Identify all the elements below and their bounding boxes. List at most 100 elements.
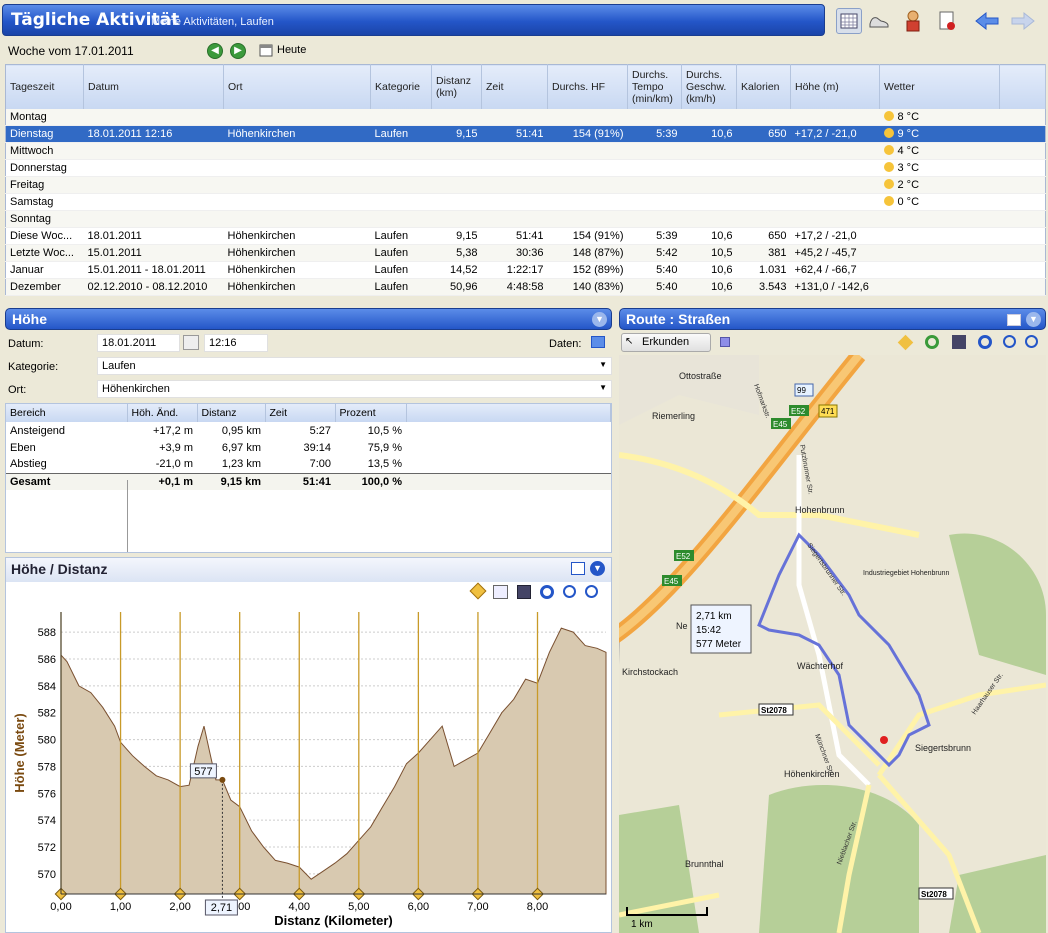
previous-week-button[interactable]: ◀: [207, 43, 223, 59]
col-tempo[interactable]: Durchs. Tempo (min/km): [627, 64, 682, 109]
cell-name: Januar: [5, 261, 84, 279]
delete-icon[interactable]: [934, 8, 960, 34]
cell-dist: 50,96: [431, 278, 482, 296]
summary-row[interactable]: Dezember 02.12.2010 - 08.12.2010 Höhenkirc…: [5, 278, 1046, 296]
activity-table: Tageszeit Datum Ort Kategorie Distanz (k…: [5, 64, 1046, 296]
cell-hf: 140 (83%): [547, 278, 628, 296]
day-row[interactable]: Freitag 2 °C: [5, 176, 1046, 194]
cell-name: Freitag: [5, 176, 84, 194]
date-picker-icon[interactable]: [183, 335, 199, 350]
col-distanz[interactable]: Distanz: [197, 404, 266, 422]
cell-hoehe: +62,4 / -66,7: [790, 261, 880, 279]
col-tageszeit[interactable]: Tageszeit: [5, 64, 84, 109]
collapse-icon[interactable]: ▼: [590, 561, 605, 576]
cell-kal: [736, 108, 791, 126]
cell-gesch: 10,6: [681, 261, 737, 279]
layout-icon[interactable]: [1007, 314, 1021, 326]
refresh-icon[interactable]: [925, 335, 939, 349]
col-zeit[interactable]: Zeit: [265, 404, 336, 422]
cell-kal: [736, 193, 791, 211]
total-row[interactable]: Gesamt +0,1 m 9,15 km 51:41 100,0 %: [6, 473, 611, 490]
reset-map-icon[interactable]: [978, 335, 992, 349]
cell-hf: [547, 193, 628, 211]
kategorie-label: Kategorie:: [8, 361, 59, 373]
marker-icon[interactable]: [897, 334, 914, 351]
cell-wetter: 8 °C: [879, 108, 1000, 126]
breadcrumb[interactable]: Meine Aktivitäten, Laufen: [151, 16, 274, 28]
zoom-out-icon[interactable]: [1003, 335, 1016, 348]
shoe-icon[interactable]: [866, 8, 892, 34]
cell-hoehe: +131,0 / -142,6: [790, 278, 880, 296]
collapse-icon[interactable]: ▼: [1026, 312, 1041, 327]
cell-zeit: [481, 176, 548, 194]
cell-2: 9,15 km: [220, 475, 261, 488]
cell-dist: [431, 193, 482, 211]
zoom-in-icon[interactable]: [1025, 335, 1038, 348]
elevation-row[interactable]: Eben +3,9 m 6,97 km 39:14 75,9 %: [6, 439, 611, 456]
day-row[interactable]: Donnerstag 3 °C: [5, 159, 1046, 177]
cell-kat: [370, 176, 432, 194]
hoehe-panel-header: Höhe ▼: [5, 308, 612, 330]
elevation-summary: Bereich Höh. Änd. Distanz Zeit Prozent Anste…: [5, 403, 612, 553]
cell-hf: [547, 159, 628, 177]
place-ne: Ne: [676, 621, 688, 631]
back-arrow-icon[interactable]: [974, 8, 1000, 34]
kategorie-select[interactable]: Laufen ▼: [97, 357, 612, 375]
col-distanz[interactable]: Distanz (km): [431, 64, 482, 109]
route-color-icon[interactable]: [720, 337, 730, 347]
place-brunnthal: Brunnthal: [685, 859, 724, 869]
summary-row[interactable]: Letzte Woc... 15.01.2011 Höhenkirchen Laufe…: [5, 244, 1046, 262]
col-kategorie[interactable]: Kategorie: [370, 64, 432, 109]
col-kalorien[interactable]: Kalorien: [736, 64, 791, 109]
map-canvas[interactable]: 99 471 E52 E45 E52 E45 St2078 St2078 Rie…: [619, 355, 1046, 933]
col-hoehe[interactable]: Höhe (m): [790, 64, 880, 109]
layout-icon[interactable]: [571, 562, 585, 575]
cell-kat: [370, 159, 432, 177]
cell-datum: 18.01.2011 12:16: [83, 125, 224, 143]
cell-kal: 3.543: [736, 278, 791, 296]
col-geschw[interactable]: Durchs. Geschw. (km/h): [681, 64, 737, 109]
day-row[interactable]: Sonntag: [5, 210, 1046, 228]
col-bereich[interactable]: Bereich: [6, 404, 128, 422]
elevation-chart[interactable]: 570 572 574 576 578 580 582 584 586 588 0,00 1,00 2,…: [6, 582, 611, 932]
collapse-icon[interactable]: ▼: [592, 312, 607, 327]
explore-button[interactable]: Erkunden: [621, 333, 711, 352]
route-map[interactable]: 99 471 E52 E45 E52 E45 St2078 St2078 Rie…: [619, 355, 1046, 933]
x-tick-label: 6,00: [408, 901, 429, 913]
day-row[interactable]: Samstag 0 °C: [5, 193, 1046, 211]
hoehe-panel: Datum: 18.01.2011 12:16 Daten: Kategorie…: [5, 331, 612, 553]
cell-2: 6,97 km: [221, 441, 261, 454]
cell-wetter: 9 °C: [879, 125, 1000, 143]
today-button[interactable]: Heute: [259, 43, 306, 57]
time-field[interactable]: 12:16: [204, 334, 268, 352]
cell-filler: [406, 439, 611, 456]
cell-datum: [83, 159, 224, 177]
col-prozent[interactable]: Prozent: [335, 404, 407, 422]
col-ort[interactable]: Ort: [223, 64, 371, 109]
data-menu-icon[interactable]: [591, 336, 605, 348]
col-zeit[interactable]: Zeit: [481, 64, 548, 109]
calendar-view-icon[interactable]: [836, 8, 862, 34]
cursor-value: 577: [194, 766, 212, 778]
kategorie-value: Laufen: [102, 360, 136, 372]
next-week-button[interactable]: ▶: [230, 43, 246, 59]
forward-arrow-icon[interactable]: [1010, 8, 1036, 34]
ort-select[interactable]: Höhenkirchen ▼: [97, 380, 612, 398]
col-wetter[interactable]: Wetter: [879, 64, 1000, 109]
col-datum[interactable]: Datum: [83, 64, 224, 109]
summary-row[interactable]: Diese Woc... 18.01.2011 Höhenkirchen Laufen…: [5, 227, 1046, 245]
day-row[interactable]: Mittwoch 4 °C: [5, 142, 1046, 160]
tooltip-distance: 2,71 km: [696, 611, 732, 622]
elevation-row[interactable]: Abstieg -21,0 m 1,23 km 7:00 13,5 %: [6, 456, 611, 473]
col-hf[interactable]: Durchs. HF: [547, 64, 628, 109]
date-field[interactable]: 18.01.2011: [97, 334, 180, 352]
cell-datum: 02.12.2010 - 08.12.2010: [83, 278, 224, 296]
elevation-row[interactable]: Ansteigend +17,2 m 0,95 km 5:27 10,5 %: [6, 422, 611, 439]
save-icon[interactable]: [952, 335, 966, 349]
summary-row[interactable]: Januar 15.01.2011 - 18.01.2011 Höhenkirche…: [5, 261, 1046, 279]
athlete-icon[interactable]: [900, 8, 926, 34]
day-row[interactable]: Dienstag 18.01.2011 12:16 Höhenkirchen Lauf…: [5, 125, 1046, 143]
col-hoeh-aend[interactable]: Höh. Änd.: [127, 404, 198, 422]
day-row[interactable]: Montag 8 °C: [5, 108, 1046, 126]
cell-gesch: [681, 176, 737, 194]
